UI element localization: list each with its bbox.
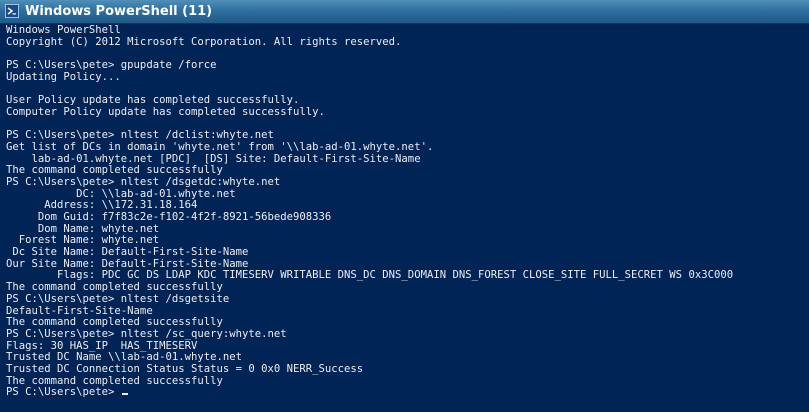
console-output[interactable]: Windows PowerShell Copyright (C) 2012 Mic…	[0, 24, 809, 412]
console-line: Dom Guid: f7f83c2e-f102-4f2f-8921-56bede…	[6, 211, 332, 223]
console-line: PS C:\Users\pete> gpupdate /force	[6, 59, 217, 72]
prompt-text: PS C:\Users\pete>	[6, 386, 121, 399]
console-line: Updating Policy...	[6, 70, 121, 83]
console-line: Windows PowerShell	[6, 24, 121, 36]
window-title: Windows PowerShell (11)	[25, 4, 213, 19]
console-line: Trusted DC Connection Status Status = 0 …	[6, 362, 364, 375]
console-line: Computer Policy update has completed suc…	[6, 105, 325, 118]
console-line: PS C:\Users\pete> nltest /dsgetsite	[6, 292, 230, 305]
prompt-line[interactable]: PS C:\Users\pete>	[6, 386, 733, 399]
console-line: Dc Site Name: Default-First-Site-Name	[6, 246, 249, 259]
console-line: Copyright (C) 2012 Microsoft Corporation…	[6, 35, 402, 48]
console-text: Windows PowerShell Copyright (C) 2012 Mic…	[6, 24, 733, 399]
console-line: PS C:\Users\pete> nltest /dsgetdc:whyte.…	[6, 175, 281, 188]
text-cursor	[121, 393, 128, 396]
console-line: PS C:\Users\pete> nltest /sc_query:whyte…	[6, 327, 287, 340]
title-bar[interactable]: Windows PowerShell (11)	[0, 0, 809, 24]
powershell-icon[interactable]	[5, 4, 19, 18]
console-line: Get list of DCs in domain 'whyte.net' fr…	[6, 140, 434, 153]
powershell-window: Windows PowerShell (11) Windows PowerShe…	[0, 0, 809, 412]
